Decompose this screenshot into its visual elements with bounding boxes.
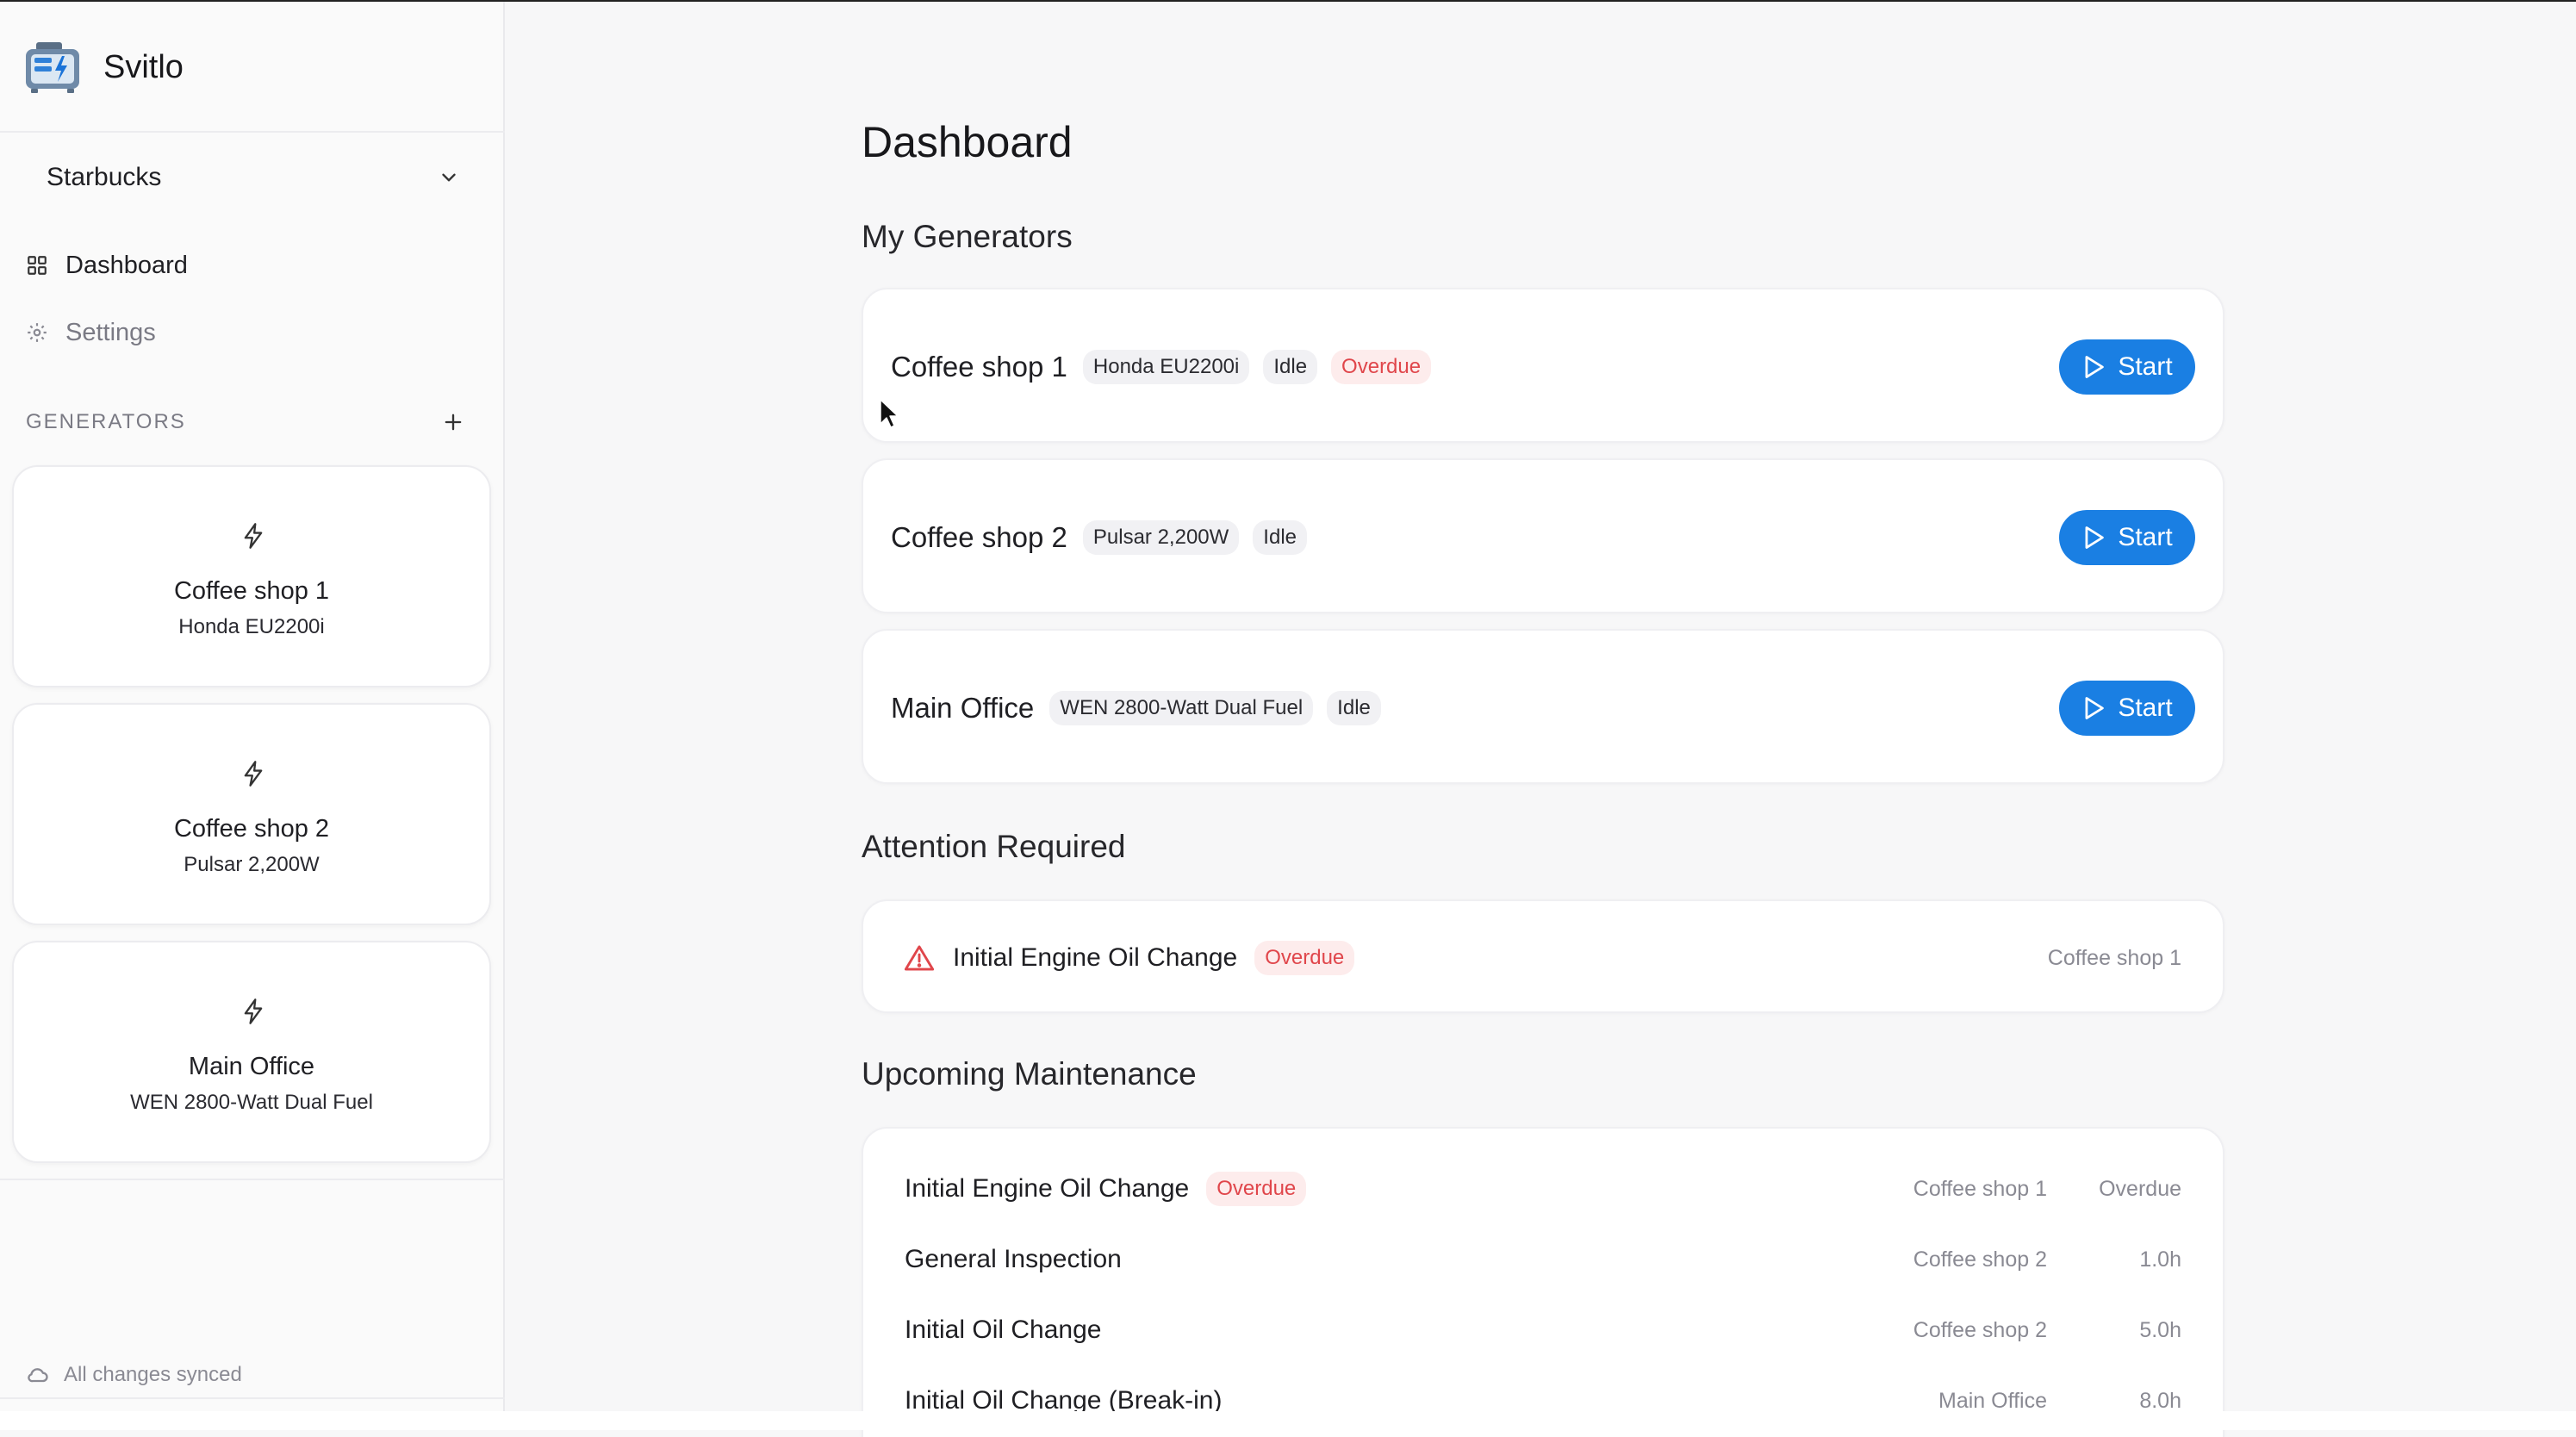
sidebar-item-label: Settings	[65, 318, 156, 346]
brand[interactable]: Svitlo	[24, 40, 184, 95]
play-icon	[2085, 697, 2105, 719]
start-button[interactable]: Start	[2059, 681, 2195, 736]
lightning-icon	[244, 998, 263, 1024]
attention-item[interactable]: Initial Engine Oil Change Overdue Coffee…	[862, 899, 2224, 1013]
sidebar-item-dashboard[interactable]: Dashboard	[26, 245, 188, 286]
maintenance-due: 8.0h	[2139, 1388, 2181, 1413]
lightning-icon	[244, 523, 263, 549]
overdue-badge: Overdue	[1206, 1172, 1307, 1206]
my-generators-heading: My Generators	[862, 219, 1073, 254]
attention-item-title: Initial Engine Oil Change	[953, 943, 1238, 972]
app-window: Svitlo Starbucks Dashboard Settings GENE…	[0, 2, 2576, 1437]
generator-name: Main Office	[891, 692, 1035, 724]
start-button[interactable]: Start	[2059, 510, 2195, 565]
maintenance-due: Overdue	[2099, 1176, 2181, 1201]
generator-name: Coffee shop 1	[891, 351, 1067, 383]
maintenance-title: General Inspection	[905, 1245, 1122, 1273]
status-badge: Idle	[1263, 350, 1318, 384]
generator-card-coffee-shop-2[interactable]: Coffee shop 2 Pulsar 2,200W	[12, 703, 491, 925]
maintenance-row[interactable]: Initial Oil Change Coffee shop 2 5.0h	[905, 1296, 2181, 1365]
maintenance-row[interactable]: Initial Engine Oil Change Overdue Coffee…	[905, 1154, 2181, 1223]
generator-card-title: Coffee shop 2	[173, 815, 330, 843]
overdue-badge: Overdue	[1331, 350, 1432, 384]
generator-row-main-office[interactable]: Main Office WEN 2800-Watt Dual Fuel Idle…	[862, 629, 2224, 784]
start-button-label: Start	[2118, 523, 2173, 551]
sidebar-divider	[0, 1179, 505, 1180]
generator-card-title: Main Office	[188, 1053, 315, 1080]
play-icon	[2085, 356, 2105, 378]
generator-card-model: WEN 2800-Watt Dual Fuel	[130, 1091, 373, 1114]
sidebar: Svitlo Starbucks Dashboard Settings GENE…	[0, 2, 505, 1411]
sync-status-text: All changes synced	[64, 1363, 242, 1386]
status-badge: Idle	[1327, 691, 1381, 725]
gear-icon	[28, 323, 47, 342]
maintenance-title: Initial Engine Oil Change	[905, 1174, 1190, 1203]
maintenance-row[interactable]: General Inspection Coffee shop 2 1.0h	[905, 1225, 2181, 1294]
generator-card-title: Coffee shop 1	[173, 577, 330, 605]
page-title: Dashboard	[862, 118, 1073, 166]
start-button-label: Start	[2118, 694, 2173, 722]
attention-required-heading: Attention Required	[862, 829, 1126, 864]
sidebar-divider	[0, 131, 505, 133]
upcoming-maintenance-heading: Upcoming Maintenance	[862, 1056, 1197, 1092]
cloud-sync-icon	[28, 1368, 48, 1383]
status-badge: Idle	[1253, 520, 1307, 555]
organization-name: Starbucks	[47, 163, 162, 191]
maintenance-generator: Coffee shop 2	[1913, 1247, 2047, 1272]
maintenance-generator: Coffee shop 2	[1913, 1317, 2047, 1342]
start-button-label: Start	[2118, 352, 2173, 381]
sidebar-item-settings[interactable]: Settings	[26, 312, 156, 353]
mouse-cursor-icon	[880, 399, 899, 428]
generators-section-header: GENERATORS	[26, 405, 465, 439]
attention-item-generator: Coffee shop 1	[2047, 945, 2181, 970]
organization-selector[interactable]: Starbucks	[47, 153, 460, 202]
generator-card-model: Honda EU2200i	[178, 615, 325, 638]
app-name: Svitlo	[103, 48, 184, 85]
start-button[interactable]: Start	[2059, 339, 2195, 395]
generator-row-coffee-shop-2[interactable]: Coffee shop 2 Pulsar 2,200W Idle Start	[862, 458, 2224, 613]
generator-card-model: Pulsar 2,200W	[184, 853, 320, 876]
generator-row-coffee-shop-1[interactable]: Coffee shop 1 Honda EU2200i Idle Overdue…	[862, 288, 2224, 443]
model-badge: Honda EU2200i	[1082, 350, 1250, 384]
maintenance-generator: Coffee shop 1	[1913, 1176, 2047, 1201]
generator-card-coffee-shop-1[interactable]: Coffee shop 1 Honda EU2200i	[12, 465, 491, 687]
generator-name: Coffee shop 2	[891, 521, 1067, 553]
lightning-icon	[244, 761, 263, 787]
maintenance-title: Initial Oil Change	[905, 1316, 1102, 1344]
model-badge: Pulsar 2,200W	[1082, 520, 1240, 555]
sync-status: All changes synced	[26, 1358, 242, 1392]
model-badge: WEN 2800-Watt Dual Fuel	[1049, 691, 1314, 725]
play-icon	[2085, 526, 2105, 549]
sidebar-divider	[0, 1397, 505, 1399]
main-content: Dashboard My Generators Coffee shop 1 Ho…	[505, 2, 2576, 1437]
generator-logo-icon	[26, 42, 79, 93]
grid-icon	[28, 256, 47, 275]
plus-icon[interactable]	[441, 410, 465, 434]
maintenance-due: 1.0h	[2139, 1247, 2181, 1272]
generators-heading: GENERATORS	[26, 410, 186, 433]
maintenance-generator: Main Office	[1938, 1388, 2047, 1413]
warning-icon	[905, 945, 934, 971]
window-bottom-edge	[0, 1411, 2576, 1430]
generator-card-main-office[interactable]: Main Office WEN 2800-Watt Dual Fuel	[12, 941, 491, 1163]
overdue-badge: Overdue	[1254, 941, 1355, 975]
upcoming-maintenance-list: Initial Engine Oil Change Overdue Coffee…	[862, 1127, 2224, 1437]
maintenance-due: 5.0h	[2139, 1317, 2181, 1342]
chevron-down-icon	[442, 173, 456, 182]
sidebar-item-label: Dashboard	[65, 251, 188, 279]
